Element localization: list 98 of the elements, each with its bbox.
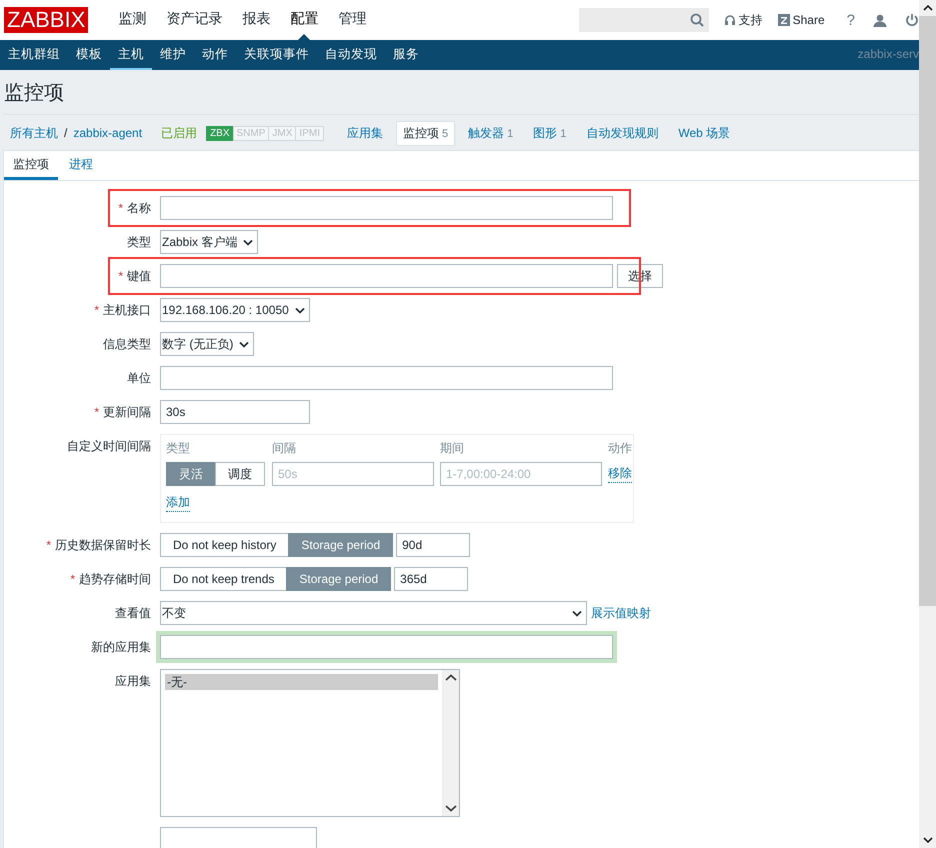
required-mark: * [94, 405, 99, 419]
menu-item[interactable]: 报表 [232, 0, 280, 40]
add-link[interactable]: 添加 [166, 494, 190, 512]
period-field[interactable]: 1-7,00:00-24:00 [440, 462, 602, 486]
breadcrumb-link[interactable]: 所有主机 [10, 124, 58, 142]
submenu-item[interactable]: 主机 [110, 40, 152, 70]
submenu-item[interactable]: 模板 [68, 40, 110, 70]
field-label: 信息类型 [103, 337, 151, 351]
form-tab[interactable]: 监控项 [4, 151, 58, 180]
server-name: zabbix-serv [858, 46, 919, 63]
help-link[interactable]: ? [846, 12, 855, 28]
list-box[interactable]: -无- [160, 669, 460, 817]
host-tab[interactable]: 触发器 1 [461, 120, 520, 146]
chevron-down-icon[interactable] [239, 340, 250, 348]
share-link[interactable]: Share [792, 13, 825, 27]
field-label: 主机接口 [103, 303, 151, 317]
headset-icon[interactable] [724, 14, 736, 26]
required-mark: * [46, 538, 51, 552]
list-option[interactable]: -无- [165, 674, 438, 690]
power-icon[interactable] [905, 13, 919, 27]
menu-item[interactable]: 资产记录 [156, 0, 232, 40]
text-field[interactable] [160, 635, 613, 659]
availability-badge: SNMP [232, 126, 270, 140]
text-field[interactable]: 90d [396, 533, 470, 557]
required-mark: * [70, 572, 75, 586]
menu-item[interactable]: 监测 [108, 0, 156, 40]
submenu-item[interactable]: 主机群组 [0, 40, 68, 70]
column-header: 类型 [166, 440, 191, 457]
required-mark: * [94, 303, 99, 317]
chevron-down-icon[interactable] [243, 238, 254, 246]
share-icon[interactable] [778, 14, 790, 26]
availability-badge: JMX [268, 126, 296, 140]
interval-field[interactable]: 50s [272, 462, 434, 486]
text-field[interactable]: 30s [160, 400, 310, 424]
host-tab[interactable]: 自动发现规则 [579, 120, 666, 146]
chevron-down-icon[interactable] [294, 306, 305, 314]
search-icon[interactable] [690, 13, 704, 27]
text-field[interactable] [160, 366, 613, 390]
dropdown[interactable]: 192.168.106.20 : 10050 [160, 298, 310, 322]
required-mark: * [118, 201, 123, 215]
availability-badge: IPMI [295, 126, 324, 140]
column-header: 期间 [440, 440, 465, 457]
scroll-up-icon[interactable] [444, 674, 456, 681]
text-field[interactable] [160, 264, 613, 288]
host-status: 已启用 [161, 124, 198, 142]
submenu-item[interactable]: 关联项事件 [236, 40, 317, 70]
column-header: 间隔 [272, 440, 297, 457]
text-field[interactable] [160, 196, 613, 220]
field-label: 查看值 [115, 606, 151, 620]
field-label: 新的应用集 [91, 640, 151, 654]
tab-count: 1 [560, 128, 566, 140]
field-label: 历史数据保留时长 [55, 538, 151, 552]
submenu-item[interactable]: 服务 [385, 40, 427, 70]
search-field[interactable] [578, 8, 709, 32]
text-field[interactable]: 365d [394, 567, 468, 591]
dropdown[interactable]: Zabbix 客户端 [160, 230, 258, 254]
page-title: 监控项 [3, 70, 919, 115]
host-tab[interactable]: Web 场景 [671, 120, 738, 146]
host-tab[interactable]: 图形 1 [526, 120, 574, 146]
host-tab[interactable]: 监控项 5 [396, 120, 456, 146]
scroll-down-icon[interactable] [444, 805, 456, 812]
scroll-down-icon[interactable] [922, 836, 932, 844]
host-tab[interactable]: 应用集 [340, 120, 390, 146]
field-label: 名称 [127, 201, 151, 215]
breadcrumb-link[interactable]: zabbix-agent [73, 126, 142, 140]
value-mapping-link[interactable]: 展示值映射 [591, 604, 651, 622]
scroll-up-icon[interactable] [922, 4, 932, 12]
form-tab[interactable]: 进程 [60, 151, 102, 180]
submenu-item[interactable]: 动作 [194, 40, 236, 70]
mode-toggle[interactable]: Do not keep trends [160, 567, 288, 591]
select-button[interactable]: 选择 [617, 264, 663, 288]
submenu-item[interactable]: 自动发现 [317, 40, 385, 70]
menu-item[interactable]: 配置 [280, 0, 328, 40]
tab-count: 5 [442, 128, 448, 140]
field-label: 应用集 [115, 674, 151, 688]
menu-item[interactable]: 管理 [328, 0, 376, 40]
field-label: 更新间隔 [103, 405, 151, 419]
field-label: 单位 [127, 371, 151, 385]
support-link[interactable]: 支持 [738, 12, 763, 28]
zabbix-logo[interactable]: ZABBIX [4, 7, 88, 33]
mode-toggle[interactable]: 调度 [215, 462, 265, 486]
chevron-down-icon[interactable] [572, 610, 582, 616]
user-icon[interactable] [873, 14, 887, 26]
tab-count: 1 [507, 128, 514, 140]
remove-link[interactable]: 移除 [608, 465, 632, 483]
field-label: 类型 [127, 235, 151, 249]
scrollbar-thumb[interactable] [919, 16, 936, 606]
dropdown[interactable]: 不变 [160, 601, 587, 625]
field-label: 自定义时间间隔 [67, 439, 151, 453]
field-label: 键值 [127, 269, 151, 283]
column-header: 动作 [608, 440, 632, 457]
availability-badge: ZBX [206, 126, 234, 140]
required-mark: * [118, 269, 123, 283]
dropdown[interactable]: 数字 (无正负) [160, 332, 254, 356]
mode-toggle[interactable]: Do not keep history [160, 533, 290, 557]
breadcrumb-separator: / [64, 126, 68, 140]
field-label: 趋势存储时间 [79, 572, 151, 586]
submenu-item[interactable]: 维护 [152, 40, 194, 70]
